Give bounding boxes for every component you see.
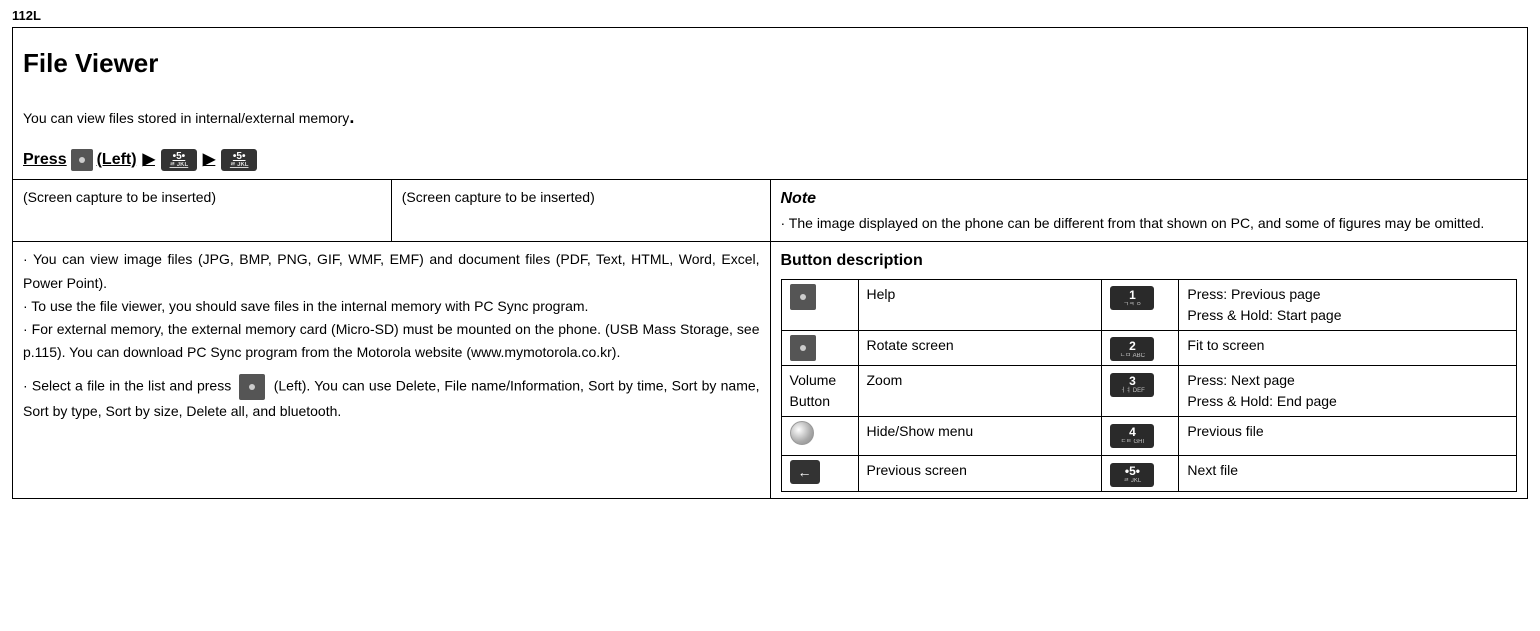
- label-cell: Press: Next page Press & Hold: End page: [1179, 366, 1517, 417]
- icon-cell: [781, 417, 858, 456]
- icon-cell: 3ㅓㅕ DEF: [1102, 366, 1179, 417]
- screenshot-placeholder-2: (Screen capture to be inserted): [391, 179, 770, 241]
- table-row: Hide/Show menu 4ㄷㅌ GHI Previous file: [781, 417, 1517, 456]
- back-icon: ←: [790, 460, 820, 484]
- desc-p4a: · Select a file in the list and press: [23, 378, 231, 394]
- button-description-title: Button description: [781, 248, 1518, 274]
- soft-key-icon: [790, 335, 816, 361]
- arrow-icon: ▶: [141, 147, 157, 173]
- page-title: File Viewer: [23, 42, 1517, 85]
- label-cell: Rotate screen: [858, 330, 1102, 366]
- icon-cell: 1ㄱㅋ ㅇ: [1102, 279, 1179, 330]
- table-row: Rotate screen 2ㄴㅁ ABC Fit to screen: [781, 330, 1517, 366]
- key-1-icon: 1ㄱㅋ ㅇ: [1110, 286, 1154, 310]
- label-cell: Next file: [1179, 456, 1517, 492]
- key-3-icon: 3ㅓㅕ DEF: [1110, 373, 1154, 397]
- description-cell: · You can view image files (JPG, BMP, PN…: [13, 242, 771, 498]
- period: .: [349, 107, 354, 127]
- page-number: 112L: [12, 8, 1528, 23]
- intro-text: You can view files stored in internal/ex…: [23, 110, 349, 126]
- icon-cell: Volume Button: [781, 366, 858, 417]
- soft-key-icon: [790, 284, 816, 310]
- desc-p1: · You can view image files (JPG, BMP, PN…: [23, 248, 760, 294]
- header-cell: File Viewer You can view files stored in…: [13, 28, 1528, 180]
- desc-p3: · For external memory, the external memo…: [23, 318, 760, 364]
- label-cell: Previous screen: [858, 456, 1102, 492]
- button-table: Help 1ㄱㅋ ㅇ Press: Previous page Press & …: [781, 279, 1518, 492]
- key-5-icon: •5•ㄹ JKL: [1110, 463, 1154, 487]
- label-cell: Zoom: [858, 366, 1102, 417]
- screenshot-placeholder-1: (Screen capture to be inserted): [13, 179, 392, 241]
- press-sequence: Press (Left) ▶ •5•ㄹ JKL ▶ •5•ㄹ JKL: [23, 147, 1517, 173]
- button-description-cell: Button description Help 1ㄱㅋ ㅇ Press: Pre…: [770, 242, 1528, 498]
- note-cell: Note · The image displayed on the phone …: [770, 179, 1528, 241]
- arrow-icon: ▶: [201, 147, 217, 173]
- label-cell: Press: Previous page Press & Hold: Start…: [1179, 279, 1517, 330]
- key-2-icon: 2ㄴㅁ ABC: [1110, 337, 1154, 361]
- label-cell: Fit to screen: [1179, 330, 1517, 366]
- label-cell: Hide/Show menu: [858, 417, 1102, 456]
- icon-cell: 2ㄴㅁ ABC: [1102, 330, 1179, 366]
- note-body: · The image displayed on the phone can b…: [781, 212, 1518, 235]
- desc-p4: · Select a file in the list and press (L…: [23, 374, 760, 423]
- icon-cell: 4ㄷㅌ GHI: [1102, 417, 1179, 456]
- press-label: Press: [23, 147, 67, 173]
- desc-p2: · To use the file viewer, you should sav…: [23, 295, 760, 318]
- soft-key-icon: [71, 149, 93, 171]
- center-button-icon: [790, 421, 814, 445]
- intro-line: You can view files stored in internal/ex…: [23, 103, 1517, 133]
- table-row: Volume Button Zoom 3ㅓㅕ DEF Press: Next p…: [781, 366, 1517, 417]
- icon-cell: [781, 279, 858, 330]
- icon-cell: ←: [781, 456, 858, 492]
- icon-cell: •5•ㄹ JKL: [1102, 456, 1179, 492]
- press-left: (Left): [97, 147, 137, 173]
- label-cell: Previous file: [1179, 417, 1517, 456]
- table-row: Help 1ㄱㅋ ㅇ Press: Previous page Press & …: [781, 279, 1517, 330]
- key-5-icon: •5•ㄹ JKL: [221, 149, 257, 171]
- key-4-icon: 4ㄷㅌ GHI: [1110, 424, 1154, 448]
- key-5-icon: •5•ㄹ JKL: [161, 149, 197, 171]
- icon-cell: [781, 330, 858, 366]
- soft-key-icon: [239, 374, 265, 400]
- table-row: ← Previous screen •5•ㄹ JKL Next file: [781, 456, 1517, 492]
- label-cell: Help: [858, 279, 1102, 330]
- main-table: File Viewer You can view files stored in…: [12, 27, 1528, 499]
- note-title: Note: [781, 186, 1518, 212]
